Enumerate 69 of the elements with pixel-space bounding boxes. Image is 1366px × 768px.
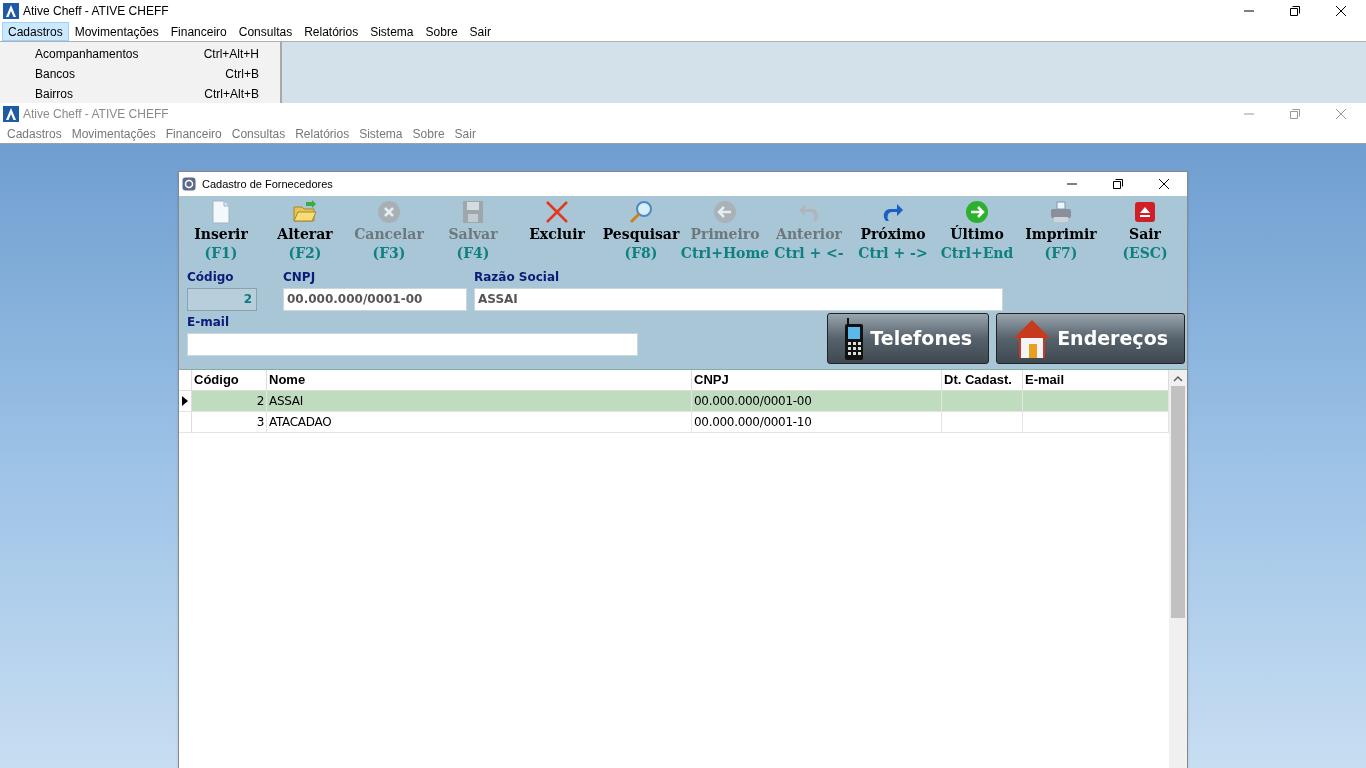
table-cell: 00.000.000/0001-00 [694, 394, 812, 408]
table-cell: 00.000.000/0001-10 [694, 415, 812, 429]
table-cell: ATACADAO [269, 415, 332, 429]
menu-item[interactable]: Sair [463, 22, 497, 41]
magnifier-icon [628, 199, 654, 225]
menu-item[interactable]: Relatórios [298, 22, 365, 41]
dropdown-item[interactable]: Bairros Ctrl+Alt+B [0, 84, 280, 103]
field-label: E-mail [187, 314, 230, 331]
mobile-phone-icon [844, 317, 865, 360]
menu-item[interactable]: Cadastros [2, 125, 67, 143]
toolbar-button[interactable]: Sair (ESC) [1103, 199, 1187, 268]
restore-icon [1113, 179, 1123, 189]
column-header[interactable]: CNPJ [692, 370, 942, 390]
dialog-title: Cadastro de Fornecedores [202, 176, 333, 192]
table-row[interactable]: 2 ASSAI 00.000.000/0001-00 [179, 391, 1169, 412]
menu-item[interactable]: Consultas [232, 22, 299, 41]
field-label: Código [187, 269, 235, 286]
menu-item[interactable]: Sistema [354, 125, 408, 143]
menu-item[interactable]: Sair [449, 125, 481, 143]
scroll-bar[interactable] [1169, 370, 1187, 768]
menu-item[interactable]: Financeiro [160, 125, 227, 143]
menu-item[interactable]: Movimentações [68, 22, 165, 41]
window-title: Ative Cheff - ATIVE CHEFF [23, 106, 169, 123]
menu-item[interactable]: Financeiro [164, 22, 233, 41]
app-icon [182, 177, 196, 191]
menu-item[interactable]: Consultas [226, 125, 291, 143]
cnpj-field[interactable]: 00.000.000/0001-00 [283, 288, 467, 311]
toolbar-button[interactable]: Excluir [515, 199, 599, 268]
column-header[interactable]: Código [192, 370, 267, 390]
table-row[interactable]: 3 ATACADAO 00.000.000/0001-10 [179, 412, 1169, 433]
close-icon [1336, 109, 1346, 119]
menu-item[interactable]: Relatórios [290, 125, 355, 143]
table-cell: ASSAI [269, 394, 303, 408]
app-logo-icon [3, 3, 19, 19]
company-name-field[interactable]: ASSAI [474, 288, 1003, 311]
dropdown-item[interactable]: Acompanhamentos Ctrl+Alt+H [0, 44, 280, 64]
menu-item[interactable]: Sobre [419, 22, 464, 41]
field-label: Razão Social [474, 269, 561, 286]
window-title: Ative Cheff - ATIVE CHEFF [23, 3, 169, 20]
menu-item[interactable]: Cadastros [2, 22, 69, 41]
email-field[interactable] [187, 333, 638, 356]
action-button[interactable]: Endereços [996, 313, 1185, 364]
cross-icon [544, 199, 570, 225]
toolbar-button[interactable]: Alterar (F2) [263, 199, 347, 268]
column-header[interactable]: Dt. Cadast. [942, 370, 1023, 390]
folder-icon [292, 199, 318, 225]
restore-icon [1290, 109, 1300, 119]
field-label: CNPJ [283, 269, 317, 286]
action-button[interactable]: Telefones [827, 313, 990, 364]
dropdown-item[interactable]: Bancos Ctrl+B [0, 64, 280, 84]
row-pointer-icon [182, 396, 188, 406]
eject-icon [1132, 199, 1158, 225]
menu-item[interactable]: Sobre [407, 125, 450, 143]
table-cell: 3 [256, 415, 264, 429]
toolbar-button[interactable]: Imprimir (F7) [1019, 199, 1103, 268]
house-icon [1013, 317, 1052, 360]
app-logo-icon [3, 106, 19, 122]
cancel-circle-icon [376, 199, 402, 225]
printer-icon [1048, 199, 1074, 225]
toolbar-button[interactable]: Último Ctrl+End [935, 199, 1019, 268]
restore-icon [1290, 6, 1300, 16]
column-header[interactable]: Nome [267, 370, 692, 390]
close-icon [1336, 6, 1346, 16]
close-icon [1159, 179, 1169, 189]
toolbar-button[interactable]: Inserir (F1) [179, 199, 263, 268]
table-cell: 2 [256, 394, 264, 408]
toolbar-button[interactable]: Próximo Ctrl + -> [851, 199, 935, 268]
menu-item[interactable]: Movimentações [66, 125, 161, 143]
menu-item[interactable]: Sistema [364, 22, 420, 41]
